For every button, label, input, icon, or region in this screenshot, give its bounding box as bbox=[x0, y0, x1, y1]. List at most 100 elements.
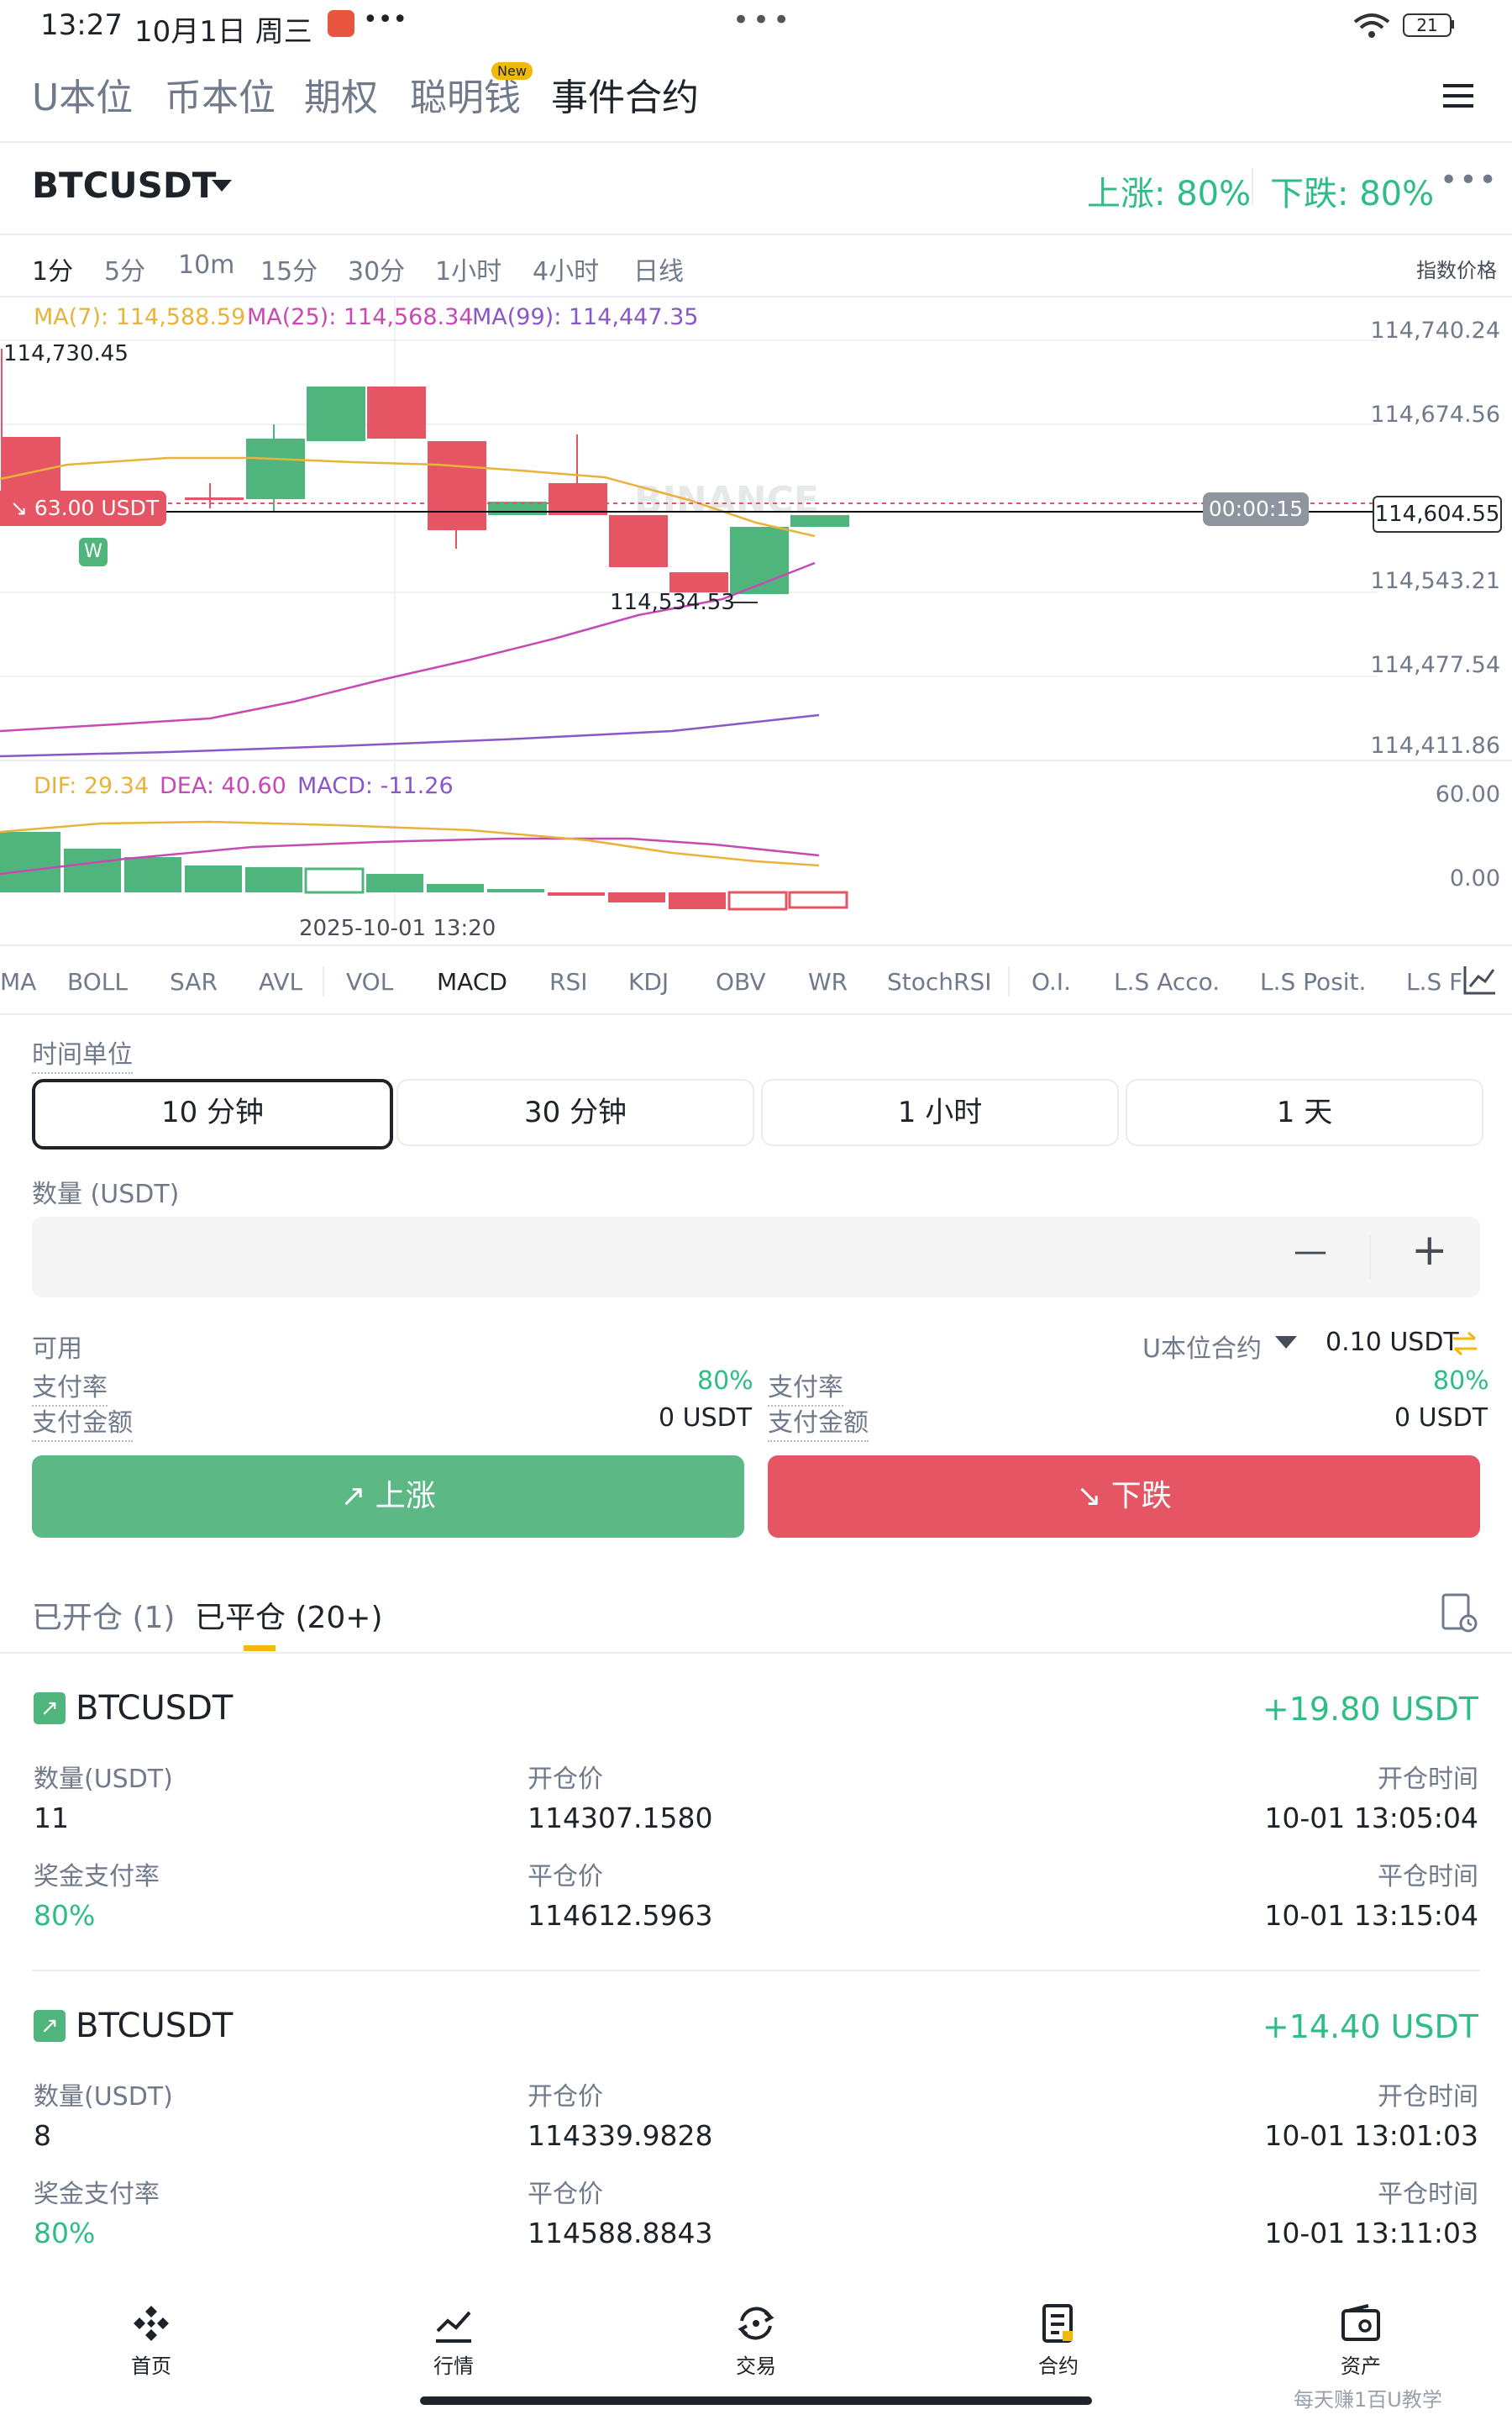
interval-15m[interactable]: 15分 bbox=[260, 250, 318, 287]
indicator-macd[interactable]: MACD bbox=[437, 968, 507, 996]
tab-event-contract[interactable]: 事件合约 bbox=[551, 67, 699, 121]
divider bbox=[0, 141, 1512, 143]
indicator-ls-account[interactable]: L.S Acco. bbox=[1114, 968, 1220, 996]
tab-closed-positions[interactable]: 已平仓 (20+) bbox=[195, 1593, 383, 1637]
indicator-oi[interactable]: O.I. bbox=[1032, 968, 1071, 996]
minus-button[interactable]: — bbox=[1294, 1232, 1327, 1270]
open-time-label: 开仓时间 bbox=[1378, 2082, 1478, 2112]
arrow-down-right-icon: ↘ bbox=[1076, 1479, 1111, 1513]
indicator-vol[interactable]: VOL bbox=[346, 968, 393, 996]
duration-1h[interactable]: 1 小时 bbox=[761, 1079, 1119, 1146]
up-button-label: 上涨 bbox=[375, 1479, 436, 1513]
transfer-icon[interactable] bbox=[1452, 1331, 1478, 1356]
dea-label: DEA: 40.60 bbox=[160, 773, 286, 799]
tab-open-positions[interactable]: 已开仓 (1) bbox=[32, 1593, 175, 1637]
interval-5m[interactable]: 5分 bbox=[104, 250, 145, 287]
macd-bar bbox=[64, 849, 121, 892]
candle bbox=[307, 387, 365, 441]
interval-1m[interactable]: 1分 bbox=[32, 250, 73, 287]
history-icon[interactable] bbox=[1441, 1593, 1478, 1634]
indicator-kdj[interactable]: KDJ bbox=[628, 968, 669, 996]
exchange-icon bbox=[738, 2307, 774, 2340]
interval-4h[interactable]: 4小时 bbox=[533, 250, 599, 287]
macd-bar bbox=[727, 891, 788, 911]
nav-assets-label: 资产 bbox=[1341, 2354, 1381, 2378]
nav-home-label: 首页 bbox=[131, 2354, 171, 2378]
nav-assets[interactable]: 资产 bbox=[1285, 2302, 1436, 2379]
macd-bar bbox=[788, 891, 848, 909]
status-bar: 13:27 10月1日 周三 ••• ••• 21 bbox=[0, 0, 1512, 50]
macd-bar bbox=[0, 832, 60, 892]
countdown-tag: 00:00:15 bbox=[1203, 492, 1309, 526]
high-price-label: 114,730.45 bbox=[3, 341, 129, 366]
up-button[interactable]: ↗ 上涨 bbox=[32, 1455, 744, 1538]
symbol-selector[interactable]: BTCUSDT bbox=[32, 165, 216, 206]
indicator-avl[interactable]: AVL bbox=[259, 968, 302, 996]
duration-1d[interactable]: 1 天 bbox=[1126, 1079, 1483, 1146]
interval-1h[interactable]: 1小时 bbox=[435, 250, 501, 287]
nav-markets[interactable]: 行情 bbox=[378, 2302, 529, 2379]
open-time-value: 10-01 13:05:04 bbox=[1264, 1802, 1478, 1834]
nav-home[interactable]: 首页 bbox=[76, 2302, 227, 2379]
index-price-toggle[interactable]: 指数价格 bbox=[1416, 254, 1497, 283]
candle bbox=[367, 387, 426, 439]
down-button[interactable]: ↘ 下跌 bbox=[768, 1455, 1480, 1538]
order-card[interactable]: ↗ BTCUSDT +19.80 USDT 数量(USDT) 11 开仓价 11… bbox=[0, 1654, 1512, 1973]
chevron-down-icon[interactable] bbox=[212, 180, 232, 193]
nav-futures[interactable]: 合约 bbox=[983, 2302, 1134, 2379]
down-rate: 下跌: 80% bbox=[1270, 175, 1435, 213]
nav-trade[interactable]: 交易 bbox=[680, 2302, 832, 2379]
indicator-obv[interactable]: OBV bbox=[716, 968, 766, 996]
position-tag[interactable]: ↘ 63.00 USDT bbox=[0, 491, 166, 526]
ma99-line bbox=[0, 713, 820, 758]
amount-input[interactable] bbox=[32, 1217, 1480, 1297]
interval-30m[interactable]: 30分 bbox=[348, 250, 405, 287]
plus-button[interactable]: + bbox=[1411, 1225, 1448, 1276]
open-time-value: 10-01 13:01:03 bbox=[1264, 2119, 1478, 2152]
status-date: 10月1日 周三 bbox=[134, 15, 312, 49]
indicator-wr[interactable]: WR bbox=[808, 968, 848, 996]
indicator-boll[interactable]: BOLL bbox=[67, 968, 128, 996]
indicator-sar[interactable]: SAR bbox=[170, 968, 218, 996]
macd-chart[interactable] bbox=[0, 807, 1512, 933]
duration-30m[interactable]: 30 分钟 bbox=[396, 1079, 754, 1146]
candles bbox=[1, 349, 849, 594]
order-pnl: +19.80 USDT bbox=[1262, 1691, 1478, 1728]
macd-bar bbox=[608, 892, 665, 902]
contract-type-selector[interactable]: U本位合约 bbox=[1142, 1328, 1262, 1365]
right-pay-amount: 0 USDT bbox=[1394, 1403, 1488, 1433]
chart-settings-icon[interactable] bbox=[1463, 965, 1497, 995]
macd-axis-top: 60.00 bbox=[1435, 781, 1500, 808]
tab-coinm[interactable]: 币本位 bbox=[165, 67, 276, 121]
candle bbox=[246, 439, 305, 499]
caret-down-icon[interactable] bbox=[1275, 1336, 1297, 1349]
order-pnl: +14.40 USDT bbox=[1262, 2008, 1478, 2045]
stepper-divider bbox=[1369, 1235, 1371, 1279]
macd-bar bbox=[487, 889, 544, 892]
available-label: 可用 bbox=[32, 1334, 82, 1364]
indicator-rsi[interactable]: RSI bbox=[549, 968, 588, 996]
win-badge: W bbox=[79, 538, 108, 566]
order-card[interactable]: ↗ BTCUSDT +14.40 USDT 数量(USDT) 8 开仓价 114… bbox=[0, 1971, 1512, 2291]
candle bbox=[185, 497, 244, 500]
more-icon[interactable]: ••• bbox=[1440, 163, 1499, 197]
indicator-stochrsi[interactable]: StochRSI bbox=[887, 968, 992, 996]
menu-icon[interactable] bbox=[1443, 82, 1473, 109]
tab-divider bbox=[1008, 966, 1010, 997]
tab-options[interactable]: 期权 bbox=[304, 67, 378, 121]
battery-icon: 21 bbox=[1403, 13, 1452, 37]
close-time-value: 10-01 13:11:03 bbox=[1264, 2217, 1478, 2249]
interval-1d[interactable]: 日线 bbox=[633, 250, 684, 287]
indicator-ls-f[interactable]: L.S F bbox=[1406, 968, 1462, 996]
multitask-dots[interactable]: ••• bbox=[732, 3, 793, 37]
close-price-value: 114612.5963 bbox=[528, 1899, 713, 1932]
arrow-up-right-icon: ↗ bbox=[34, 2010, 66, 2042]
indicator-ma[interactable]: MA bbox=[0, 968, 36, 996]
duration-10m[interactable]: 10 分钟 bbox=[32, 1079, 393, 1150]
right-pay-rate-label: 支付率 bbox=[768, 1366, 843, 1407]
right-pay-amount-label: 支付金额 bbox=[768, 1402, 869, 1442]
interval-10m[interactable]: 10m bbox=[178, 250, 234, 280]
home-indicator[interactable] bbox=[420, 2396, 1092, 2405]
tab-usdm[interactable]: U本位 bbox=[32, 67, 133, 121]
indicator-ls-position[interactable]: L.S Posit. bbox=[1260, 968, 1366, 996]
